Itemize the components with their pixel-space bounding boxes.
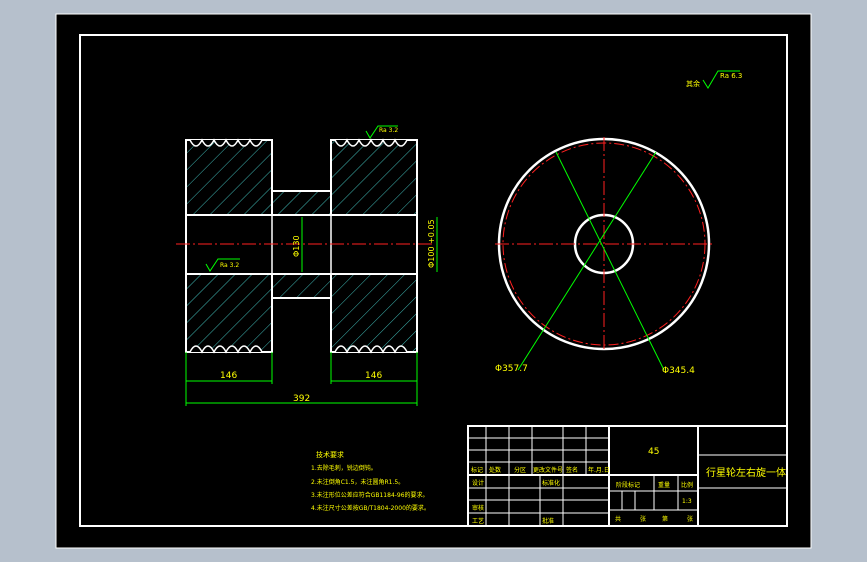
roughness-top: Ra 3.2 bbox=[379, 127, 398, 134]
label-mark: 标记 bbox=[471, 466, 483, 474]
tech-item-1: 1.去除毛刺，锐边倒钝。 bbox=[311, 464, 377, 472]
drawing-name: 行星轮左右旋一体 bbox=[706, 466, 786, 479]
dim-bore-dia: Φ130 bbox=[292, 235, 301, 257]
label-change-doc: 更改文件号 bbox=[533, 466, 563, 474]
dim-total-width: 392 bbox=[293, 394, 310, 404]
left-bottom-block bbox=[185, 273, 273, 353]
hub-top bbox=[271, 190, 332, 216]
right-bottom-block bbox=[330, 273, 418, 353]
label-sheet-total: 共 bbox=[615, 515, 621, 523]
label-approve: 批准 bbox=[542, 517, 554, 525]
left-top-block bbox=[185, 139, 273, 216]
label-scale: 比例 bbox=[681, 481, 693, 489]
cad-drawing: 其余 Ra 6.3 Ra 3.2 Ra 3.2 Φ130 Φ100 +0.05 … bbox=[55, 13, 812, 549]
tech-title: 技术要求 bbox=[316, 450, 344, 459]
material: 45 bbox=[648, 447, 659, 457]
label-signature: 签名 bbox=[566, 466, 578, 474]
label-design: 设计 bbox=[472, 479, 484, 487]
right-top-block bbox=[330, 139, 418, 216]
roughness-bore: Ra 3.2 bbox=[220, 262, 239, 269]
dim-end-outer: Φ357.7 bbox=[495, 364, 528, 374]
label-count: 处数 bbox=[489, 466, 501, 474]
label-sheets: 张 bbox=[640, 515, 646, 523]
label-standardize: 标准化 bbox=[542, 479, 560, 487]
label-process: 工艺 bbox=[472, 517, 484, 525]
roughness-value: Ra 6.3 bbox=[720, 72, 742, 80]
dim-right-width: 146 bbox=[365, 371, 382, 381]
roughness-prefix: 其余 bbox=[686, 79, 700, 88]
hub-bottom bbox=[271, 273, 332, 299]
dim-end-inner: Φ345.4 bbox=[662, 366, 695, 376]
dim-outer-dia: Φ100 +0.05 bbox=[427, 219, 436, 268]
dim-left-width: 146 bbox=[220, 371, 237, 381]
tech-item-3: 3.未注形位公差应符合GB1184-96的要求。 bbox=[311, 491, 429, 499]
tech-item-2: 2.未注倒角C1.5，未注圆角R1.5。 bbox=[311, 478, 404, 486]
label-stage-mark: 阶段标记 bbox=[616, 481, 640, 489]
label-weight: 重量 bbox=[658, 481, 670, 489]
label-zone: 分区 bbox=[514, 466, 526, 474]
tech-item-4: 4.未注尺寸公差按GB/T1804-2000的要求。 bbox=[311, 504, 430, 512]
label-review: 审核 bbox=[472, 504, 484, 512]
scale-value: 1:3 bbox=[682, 498, 692, 505]
label-sheet: 张 bbox=[687, 515, 693, 523]
label-sheet-no: 第 bbox=[662, 515, 668, 523]
label-date: 年.月.日 bbox=[588, 466, 610, 474]
